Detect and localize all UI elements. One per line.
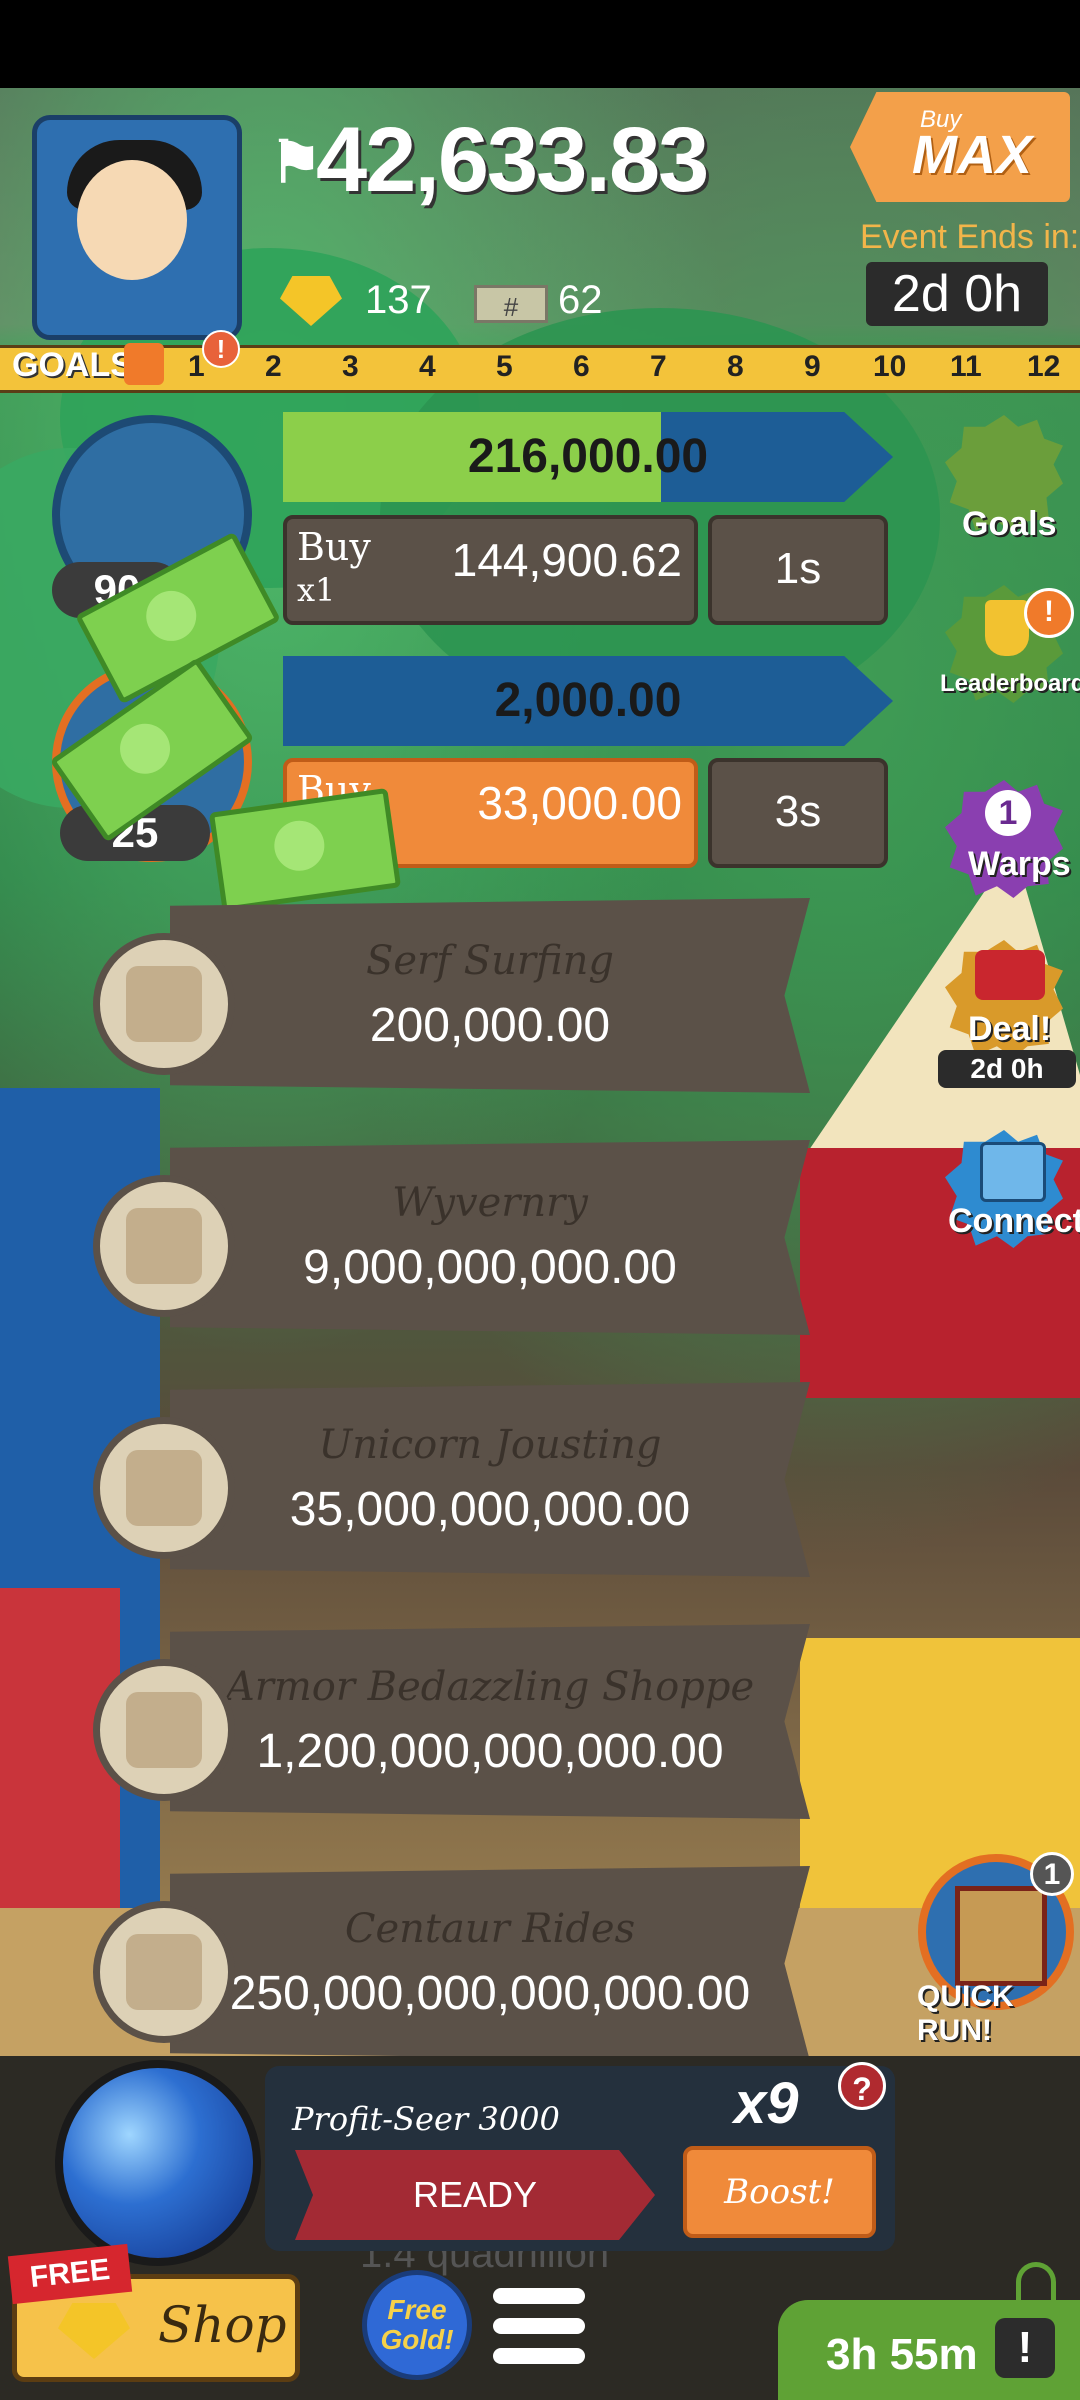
venture-1-progress-bar[interactable]: 216,000.00 [283, 412, 893, 502]
goal-number: 12 [1027, 350, 1061, 383]
locked-venture-name: Wyvernry [392, 1180, 588, 1226]
trophy-icon [985, 600, 1029, 656]
status-bar [0, 0, 1080, 88]
locked-venture-name: Centaur Rides [344, 1906, 636, 1952]
locked-venture-name: Armor Bedazzling Shoppe [225, 1664, 755, 1710]
venture-1-buy-multiplier: x1 [297, 571, 336, 609]
locked-venture-banner[interactable]: Serf Surfing 200,000.00 [170, 898, 810, 1093]
gift-box-icon [975, 950, 1045, 1000]
locked-venture-cost: 1,200,000,000,000.00 [256, 1725, 724, 1778]
venture-1-timer: 1s [708, 515, 888, 625]
venture-2-progress-value: 2,000.00 [494, 674, 682, 727]
goal-number: 4 [419, 350, 436, 383]
menu-line [493, 2288, 585, 2304]
leaderboard-label: Leaderboard [940, 670, 1080, 697]
locked-venture-icon [93, 933, 235, 1075]
quick-run-badge: 1 [1030, 1852, 1074, 1896]
gold-count: 137 [365, 278, 432, 322]
warps-label: Warps [968, 845, 1071, 883]
boost-button[interactable]: Boost! [683, 2146, 876, 2238]
locked-venture-banner[interactable]: Wyvernry 9,000,000,000.00 [170, 1140, 810, 1335]
locked-venture-icon [93, 1901, 235, 2043]
goals-alert-badge: ! [202, 330, 240, 368]
deal-timer: 2d 0h [938, 1050, 1076, 1088]
megabucks-icon: # [474, 285, 548, 323]
ready-button[interactable]: READY [295, 2150, 655, 2240]
venture-2-buy-cost: 33,000.00 [477, 777, 682, 829]
locked-venture-icon [93, 1659, 235, 1801]
menu-line [493, 2348, 585, 2364]
goal-number: 3 [342, 350, 359, 383]
tv-alert-icon: ! [995, 2318, 1055, 2378]
connect-label: Connect [948, 1202, 1080, 1240]
leaderboard-alert-badge: ! [1024, 588, 1074, 638]
player-avatar[interactable] [32, 115, 242, 340]
goal-number: 10 [873, 350, 907, 383]
venture-1-buy-label: Buy [297, 525, 371, 569]
cards-icon [980, 1142, 1046, 1202]
menu-line [493, 2318, 585, 2334]
cash-total: 42,633.83 [316, 109, 709, 211]
deal-label: Deal! [968, 1010, 1052, 1048]
buy-max-big-label: MAX [912, 125, 1032, 185]
locked-venture-name: Serf Surfing [365, 938, 615, 984]
locked-venture-banner[interactable]: Centaur Rides 250,000,000,000,000.00 [170, 1866, 810, 2061]
painting-icon [955, 1886, 1047, 1986]
crystal-ball-icon[interactable] [55, 2060, 261, 2266]
locked-venture-banner[interactable]: Armor Bedazzling Shoppe 1,200,000,000,00… [170, 1624, 810, 1819]
event-timer: 2d 0h [866, 262, 1048, 326]
locked-venture-cost: 9,000,000,000.00 [303, 1241, 677, 1294]
goal-number: 8 [727, 350, 744, 383]
warps-count-badge: 1 [985, 790, 1031, 836]
ad-timer-text: 3h 55m [826, 2330, 978, 2379]
goal-number: 5 [496, 350, 513, 383]
help-button[interactable]: ? [838, 2062, 886, 2110]
event-ends-label: Event Ends in: [860, 218, 1080, 256]
goals-side-label: Goals [962, 505, 1057, 543]
gift-icon[interactable] [124, 343, 164, 385]
goal-number: 9 [804, 350, 821, 383]
goal-number: 2 [265, 350, 282, 383]
venture-1-buy-cost: 144,900.62 [451, 534, 682, 586]
goal-number: 1 [188, 350, 205, 383]
locked-venture-cost: 200,000.00 [369, 999, 611, 1052]
goal-number: 6 [573, 350, 590, 383]
locked-venture-name: Unicorn Jousting [318, 1422, 662, 1468]
goals-label: GOALS [12, 346, 133, 384]
locked-venture-cost: 250,000,000,000,000.00 [229, 1967, 751, 2020]
flag-icon: ⚑ [270, 130, 322, 195]
free-gold-button[interactable]: Free Gold! [362, 2270, 472, 2380]
goal-number: 7 [650, 350, 667, 383]
locked-venture-cost: 35,000,000,000.00 [289, 1483, 691, 1536]
venture-2-progress-bar[interactable]: 2,000.00 [283, 656, 893, 746]
quick-run-label: QUICK RUN! [917, 1980, 1014, 2047]
manager-name: Profit-Seer 3000 [292, 2100, 560, 2138]
shop-label: Shop [158, 2296, 287, 2354]
venture-2-timer: 3s [708, 758, 888, 868]
venture-1-buy-button[interactable]: Buy x1 144,900.62 [283, 515, 698, 625]
locked-venture-icon [93, 1417, 235, 1559]
locked-venture-banner[interactable]: Unicorn Jousting 35,000,000,000.00 [170, 1382, 810, 1577]
venture-1-progress-value: 216,000.00 [467, 430, 709, 483]
manager-multiplier: x9 [734, 2071, 799, 2136]
locked-venture-icon [93, 1175, 235, 1317]
goal-number: 11 [950, 350, 982, 383]
megabucks-count: 62 [558, 278, 603, 322]
avatar-face [77, 160, 187, 280]
